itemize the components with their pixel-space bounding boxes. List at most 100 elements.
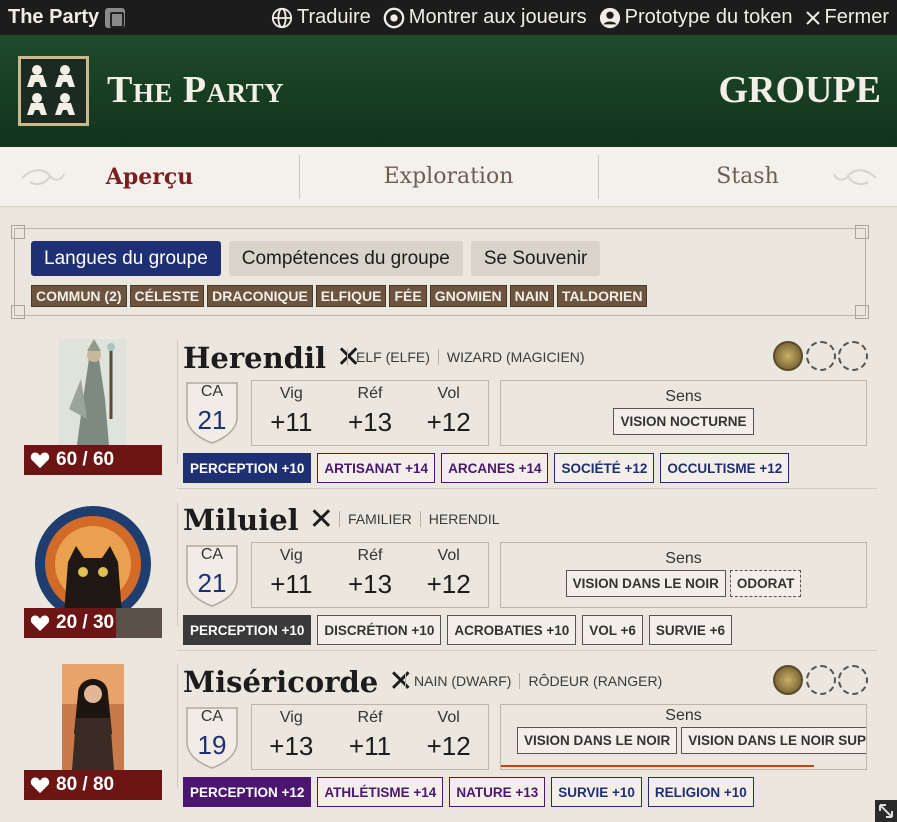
perception-skill[interactable]: PERCEPTION +10: [183, 615, 312, 645]
close-icon: [805, 10, 820, 25]
language-tag: COMMUN (2): [31, 285, 127, 307]
saving-throws: Vig +11 Réf +13 Vol +12: [251, 542, 489, 608]
save-value: +12: [426, 569, 471, 599]
row-separator: [177, 650, 877, 651]
save-label: Vol: [437, 709, 460, 726]
actor-type-label: GROUPE: [718, 69, 881, 111]
token-prototype-button[interactable]: Prototype du token: [599, 6, 793, 29]
member-portrait[interactable]: 60 / 60: [24, 339, 162, 475]
save-will[interactable]: Vol +12: [409, 543, 488, 607]
armor-class: CA 19: [183, 704, 241, 770]
member-name[interactable]: Miséricorde: [183, 665, 378, 699]
familiar-portrait-image: [35, 506, 151, 622]
perception-skill[interactable]: PERCEPTION +12: [183, 777, 312, 807]
recall-knowledge-button[interactable]: Se Souvenir: [470, 241, 601, 276]
ac-value: 21: [197, 568, 227, 598]
skill-tag[interactable]: SURVIE +10: [551, 777, 642, 807]
hero-point-icon[interactable]: [773, 665, 803, 695]
show-players-button[interactable]: Montrer aux joueurs: [383, 6, 587, 29]
save-value: +11: [348, 731, 392, 761]
skill-tag[interactable]: DISCRÉTION +10: [317, 615, 442, 645]
window-title-text: The Party: [8, 6, 100, 28]
save-fortitude[interactable]: Vig +11: [252, 543, 331, 607]
ac-label: CA: [200, 546, 224, 563]
group-languages-button[interactable]: Langues du groupe: [31, 241, 221, 276]
member-row-misericorde: 80 / 80 Miséricorde ✕ NAIN (DWARF) RÔDEU…: [0, 650, 897, 812]
member-traits: ELF (ELFE) WIZARD (MAGICIEN): [347, 349, 593, 365]
skill-tag[interactable]: ARTISANAT +14: [317, 453, 436, 483]
hp-bar: 20 / 30: [24, 608, 162, 638]
saving-throws: Vig +11 Réf +13 Vol +12: [251, 380, 489, 446]
save-reflex[interactable]: Réf +13: [331, 543, 410, 607]
close-button[interactable]: Fermer: [805, 6, 889, 29]
ac-label: CA: [200, 708, 224, 725]
ranger-portrait-image: [62, 664, 124, 770]
hero-point-icon[interactable]: [773, 341, 803, 371]
window-resize-handle[interactable]: [875, 800, 897, 822]
member-row-miluiel: 20 / 30 Miluiel ✕ FAMILIER HERENDIL CA 2…: [0, 488, 897, 650]
hero-point-empty-icon[interactable]: [806, 665, 836, 695]
save-reflex[interactable]: Réf +13: [331, 381, 410, 445]
skill-tag[interactable]: SOCIÉTÉ +12: [554, 453, 655, 483]
member-traits: NAIN (DWARF) RÔDEUR (RANGER): [405, 673, 670, 689]
tab-exploration[interactable]: Exploration: [299, 147, 598, 206]
save-label: Vig: [279, 385, 303, 402]
right-ornament-icon: [833, 169, 877, 185]
skill-tag[interactable]: VOL +6: [582, 615, 643, 645]
skill-tag[interactable]: ATHLÉTISME +14: [317, 777, 444, 807]
save-value: +13: [269, 731, 314, 761]
save-fortitude[interactable]: Vig +11: [252, 381, 331, 445]
save-reflex[interactable]: Réf +11: [331, 705, 410, 769]
skill-tag[interactable]: ARCANES +14: [441, 453, 549, 483]
scroll-indicator[interactable]: [501, 765, 814, 767]
member-name[interactable]: Miluiel: [183, 503, 299, 537]
senses-title: Sens: [665, 388, 702, 405]
save-label: Réf: [357, 547, 383, 564]
save-label: Vig: [279, 709, 303, 726]
heart-icon: [30, 777, 50, 794]
group-skills-button[interactable]: Compétences du groupe: [228, 241, 463, 276]
skill-tag[interactable]: OCCULTISME +12: [660, 453, 790, 483]
sense-tag: VISION DANS LE NOIR SUPÉR: [681, 727, 866, 754]
save-will[interactable]: Vol +12: [409, 381, 488, 445]
ac-value: 21: [197, 405, 227, 435]
member-name-row: Herendil ✕: [183, 340, 361, 375]
divider: [177, 664, 178, 788]
skill-tag[interactable]: RELIGION +10: [647, 777, 754, 807]
language-tag: NAIN: [509, 285, 554, 307]
member-name-row: Miluiel ✕: [183, 502, 334, 537]
save-label: Réf: [357, 709, 383, 726]
perception-skill[interactable]: PERCEPTION +10: [183, 453, 312, 483]
overview-panel: Langues du groupe Compétences du groupe …: [0, 208, 897, 822]
close-label: Fermer: [824, 6, 889, 28]
skill-tag[interactable]: ACROBATIES +10: [447, 615, 577, 645]
skill-tag[interactable]: SURVIE +6: [648, 615, 733, 645]
save-label: Vig: [279, 547, 303, 564]
save-label: Réf: [357, 385, 383, 402]
translate-label: Traduire: [297, 6, 371, 28]
hero-point-empty-icon[interactable]: [838, 665, 868, 695]
language-tag: ELFIQUE: [315, 285, 387, 307]
resize-icon: [879, 804, 893, 818]
save-value: +11: [270, 569, 313, 599]
save-fortitude[interactable]: Vig +13: [252, 705, 331, 769]
heart-icon: [30, 615, 50, 632]
token-prototype-label: Prototype du token: [624, 6, 793, 28]
translate-button[interactable]: Traduire: [271, 6, 371, 29]
hp-bar: 80 / 80: [24, 770, 162, 800]
save-will[interactable]: Vol +12: [409, 705, 488, 769]
member-portrait[interactable]: 80 / 80: [24, 664, 162, 800]
hp-value: 20 / 30: [56, 612, 115, 633]
window-title: The Party: [0, 6, 126, 29]
hero-point-empty-icon[interactable]: [838, 341, 868, 371]
member-portrait[interactable]: 20 / 30: [24, 502, 162, 638]
remove-member-icon[interactable]: ✕: [309, 502, 334, 537]
senses-title: Sens: [665, 550, 702, 567]
skill-tag[interactable]: NATURE +13: [449, 777, 546, 807]
hero-point-empty-icon[interactable]: [806, 341, 836, 371]
user-circle-icon: [599, 7, 620, 28]
sense-tag: VISION NOCTURNE: [613, 408, 754, 435]
document-icon[interactable]: [105, 7, 126, 28]
ac-value: 19: [197, 730, 227, 760]
member-name[interactable]: Herendil: [183, 341, 326, 375]
